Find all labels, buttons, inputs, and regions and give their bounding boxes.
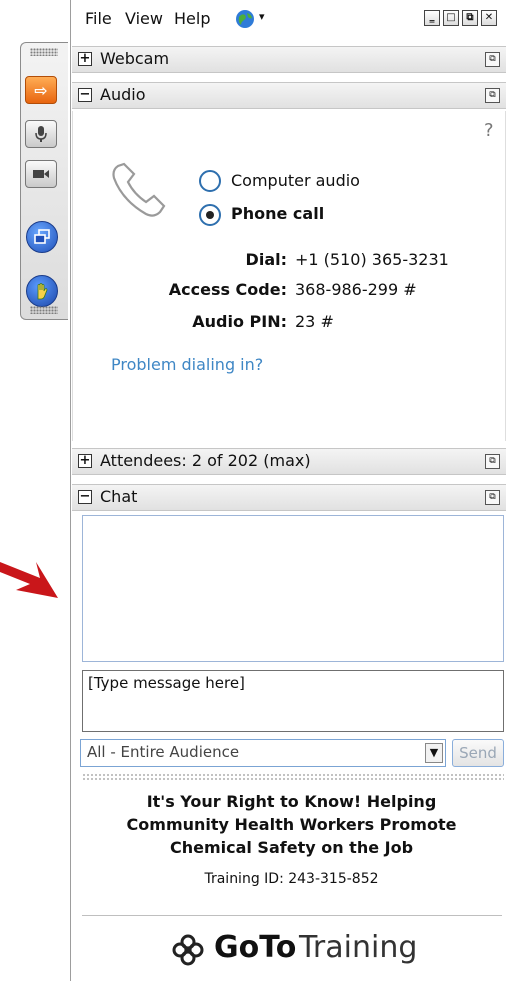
- windows-icon: [34, 229, 50, 244]
- training-id: Training ID: 243-315-852: [204, 871, 379, 887]
- gototraining-logo: GoTo Training: [170, 928, 430, 968]
- microphone-icon: [35, 126, 47, 142]
- popout-window-button[interactable]: ⧉: [462, 10, 478, 26]
- menu-file[interactable]: File: [85, 9, 112, 28]
- divider: [82, 915, 502, 916]
- grip-handle-top[interactable]: [30, 48, 58, 56]
- audio-pin-label: Audio PIN:: [192, 312, 287, 331]
- expand-icon[interactable]: +: [78, 52, 92, 66]
- dial-number: +1 (510) 365-3231: [295, 250, 449, 269]
- attendees-panel-title: Attendees: 2 of 202 (max): [100, 451, 311, 470]
- show-hide-panel-button[interactable]: ⇨: [25, 76, 57, 104]
- dial-label: Dial:: [245, 250, 287, 269]
- hand-icon: [37, 283, 48, 300]
- globe-menu[interactable]: ▾: [235, 9, 275, 29]
- grip-handle-bottom[interactable]: [30, 306, 58, 314]
- phone-handset-icon: [112, 162, 166, 217]
- access-code-label: Access Code:: [168, 280, 287, 299]
- arrow-right-icon: ⇨: [34, 80, 48, 100]
- collapse-icon[interactable]: −: [78, 88, 92, 102]
- computer-audio-label[interactable]: Computer audio: [231, 171, 360, 190]
- camera-icon: [33, 170, 49, 178]
- menu-view[interactable]: View: [125, 9, 163, 28]
- audio-pin-value: 23 #: [295, 312, 334, 331]
- chat-panel-header[interactable]: − Chat ⧉: [72, 484, 506, 511]
- menu-help[interactable]: Help: [174, 9, 210, 28]
- logo-training: Training: [299, 930, 418, 965]
- training-title-line2: Community Health Workers Promote: [126, 815, 457, 834]
- dropdown-arrow-icon[interactable]: ▼: [425, 743, 443, 763]
- microphone-button[interactable]: [25, 120, 57, 148]
- send-button[interactable]: Send: [452, 739, 504, 767]
- close-button[interactable]: ✕: [481, 10, 497, 26]
- audio-panel-header[interactable]: − Audio ⧉: [72, 82, 506, 109]
- restore-button[interactable]: □: [443, 10, 459, 26]
- collapse-icon[interactable]: −: [78, 490, 92, 504]
- chat-log[interactable]: [82, 515, 504, 662]
- attendees-panel-header[interactable]: + Attendees: 2 of 202 (max) ⧉: [72, 448, 506, 475]
- flower-logo-icon: [172, 934, 204, 966]
- audio-help-icon[interactable]: ?: [484, 120, 494, 141]
- chat-panel-title: Chat: [100, 487, 138, 506]
- resize-grip[interactable]: [82, 773, 504, 781]
- globe-icon: [236, 10, 254, 28]
- expand-icon[interactable]: +: [78, 454, 92, 468]
- training-title-line3: Chemical Safety on the Job: [169, 838, 414, 857]
- problem-dialing-link[interactable]: Problem dialing in?: [111, 355, 263, 374]
- webcam-button[interactable]: [25, 160, 57, 188]
- chat-message-input[interactable]: [Type message here]: [82, 670, 504, 732]
- training-info: It's Your Right to Know! Helping Communi…: [71, 790, 512, 887]
- webcam-panel-title: Webcam: [100, 49, 170, 68]
- recipient-select[interactable]: All - Entire Audience ▼: [80, 739, 446, 767]
- popout-icon[interactable]: ⧉: [485, 454, 500, 469]
- phone-call-label[interactable]: Phone call: [231, 204, 324, 223]
- popout-icon[interactable]: ⧉: [485, 490, 500, 505]
- phone-call-radio[interactable]: [199, 204, 221, 226]
- raise-hand-button[interactable]: [26, 275, 58, 307]
- screen-share-button[interactable]: [26, 221, 58, 253]
- logo-goto: GoTo: [214, 930, 297, 965]
- recipient-value: All - Entire Audience: [87, 743, 240, 761]
- chat-placeholder: [Type message here]: [88, 674, 245, 692]
- audio-panel-title: Audio: [100, 85, 146, 104]
- popout-icon[interactable]: ⧉: [485, 52, 500, 67]
- popout-icon[interactable]: ⧉: [485, 88, 500, 103]
- computer-audio-radio[interactable]: [199, 170, 221, 192]
- training-title-line1: It's Your Right to Know! Helping: [146, 792, 437, 811]
- minimize-button[interactable]: ‗: [424, 10, 440, 26]
- webcam-panel-header[interactable]: + Webcam ⧉: [72, 46, 506, 73]
- chevron-down-icon: ▾: [259, 10, 265, 23]
- annotation-arrow: [0, 562, 58, 598]
- access-code-value: 368-986-299 #: [295, 280, 417, 299]
